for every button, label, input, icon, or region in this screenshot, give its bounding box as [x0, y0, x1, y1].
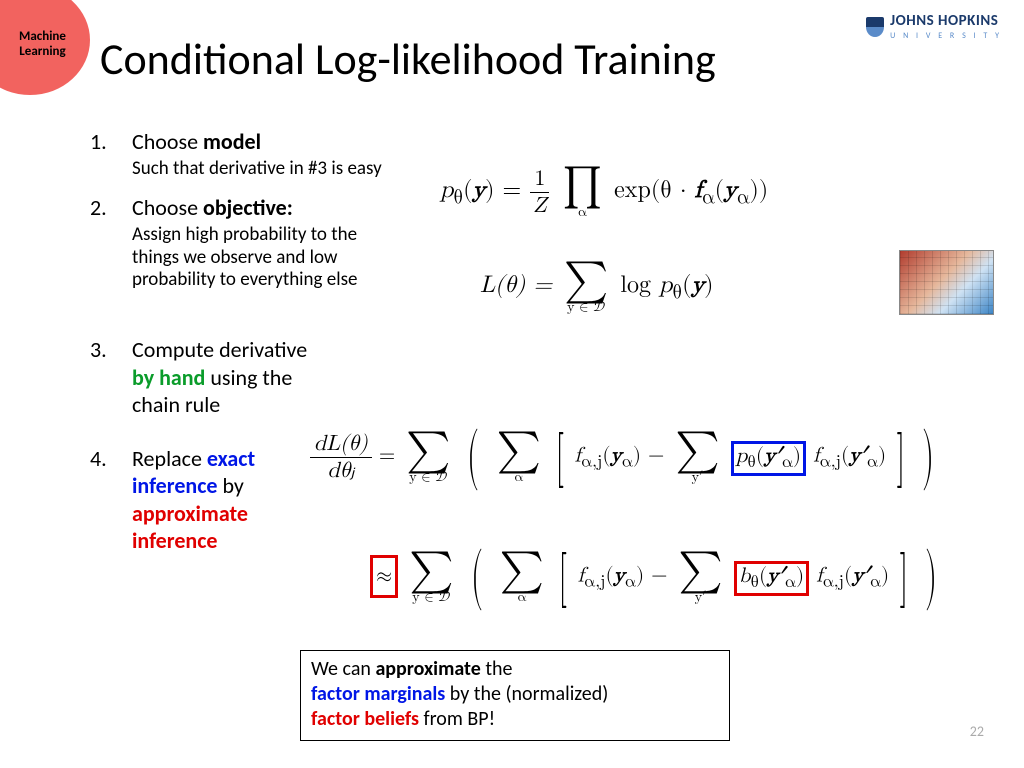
step-3: Compute derivative by hand using the cha…: [90, 336, 330, 419]
approx-inference-emphasis: approximate inference: [132, 500, 248, 555]
course-badge: Machine Learning: [0, 0, 90, 95]
shield-icon: [866, 17, 884, 37]
equation-approximation: ≈ ∑y ∈ 𝒟 ( ∑α [ fα,j(yα) − ∑y′ bθ(y′α) f…: [370, 540, 943, 614]
step-2-sub: Assign high probability to the things we…: [132, 224, 400, 292]
by-hand-emphasis: by hand: [132, 364, 205, 391]
step-1: Choose model Such that derivative in #3 …: [90, 128, 400, 180]
surface-plot-thumbnail: [899, 250, 994, 315]
slide-title: Conditional Log-likelihood Training: [100, 32, 716, 86]
equation-model: pθ(y) = 1Z ∏α exp(θ · fα(yα)): [440, 165, 768, 219]
factor-marginals-label: factor marginals: [311, 682, 445, 706]
exact-marginal-box: pθ(y′α): [731, 441, 806, 476]
university-logo: JOHNS HOPKINS U N I V E R S I T Y: [866, 12, 1002, 42]
step-4: Replace exact inference by approximate i…: [90, 445, 330, 555]
logo-sub: U N I V E R S I T Y: [890, 32, 1002, 42]
step-list: Choose model Such that derivative in #3 …: [90, 128, 400, 569]
approx-symbol-box: ≈: [370, 555, 398, 598]
step-1-sub: Such that derivative in #3 is easy: [132, 158, 400, 181]
equation-objective: L(θ) = ∑y ∈ 𝒟 log pθ(y): [480, 260, 713, 314]
logo-main: JOHNS HOPKINS: [890, 12, 998, 30]
belief-box: bθ(y′α): [734, 561, 809, 596]
factor-beliefs-label: factor beliefs: [311, 707, 419, 731]
page-number: 22: [970, 723, 984, 740]
badge-text: Machine Learning: [19, 30, 66, 60]
step-2: Choose objective: Assign high probabilit…: [90, 194, 400, 292]
approximation-note: We can approximate the factor marginals …: [300, 650, 730, 741]
equation-derivative: dL(θ)dθⱼ = ∑y ∈ 𝒟 ( ∑α [ fα,j(yα) − ∑y′ …: [310, 420, 940, 494]
